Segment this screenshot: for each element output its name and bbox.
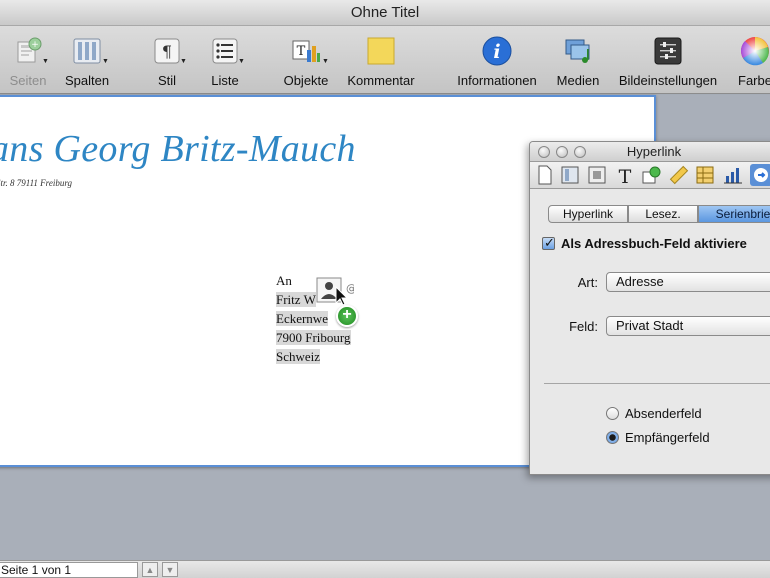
- tab-hyperlink[interactable]: Hyperlink: [548, 205, 628, 223]
- svg-text:i: i: [493, 41, 500, 63]
- info-icon: i: [482, 36, 512, 66]
- toolbar-list-label: Liste: [211, 73, 239, 88]
- toolbar-image-adjust-button[interactable]: Bildeinstellungen: [610, 26, 726, 94]
- metrics-inspector-icon[interactable]: [668, 164, 690, 186]
- tab-bookmark[interactable]: Lesez.: [628, 205, 698, 223]
- objects-icon: T: [292, 40, 320, 62]
- toolbar-image-adjust-label: Bildeinstellungen: [618, 73, 718, 88]
- page-number-field[interactable]: Seite 1 von 1: [0, 562, 138, 578]
- status-bar: Seite 1 von 1 ▲ ▼: [0, 560, 770, 578]
- toolbar-color-button[interactable]: Farbe: [732, 26, 770, 94]
- sender-field-label: Absenderfeld: [625, 406, 702, 421]
- sender-address[interactable]: Str. 8 79111 Freiburg: [0, 178, 72, 188]
- svg-text:T: T: [619, 166, 632, 186]
- svg-text:¶: ¶: [162, 42, 172, 61]
- address-book-field-checkbox[interactable]: [542, 235, 555, 251]
- comment-icon: [367, 37, 395, 65]
- document-inspector-icon[interactable]: [534, 164, 556, 186]
- svg-text:+: +: [31, 40, 39, 50]
- image-adjust-icon: [654, 37, 682, 65]
- sender-field-radio-row[interactable]: Absenderfeld: [606, 406, 702, 421]
- close-icon[interactable]: [538, 146, 550, 158]
- toolbar-pages-button[interactable]: + ▼ Seiten: [2, 26, 54, 94]
- recipient-line-3: 7900 Fribourg: [276, 330, 351, 345]
- chart-inspector-icon[interactable]: [722, 164, 744, 186]
- svg-text:T: T: [297, 44, 306, 59]
- sender-name[interactable]: ans Georg Britz-Mauch: [0, 127, 356, 171]
- window-title: Ohne Titel: [0, 0, 770, 26]
- minimize-icon[interactable]: [556, 146, 568, 158]
- toolbar-comment-label: Kommentar: [347, 73, 415, 88]
- inspector-toolbar: T: [530, 162, 770, 189]
- recipient-field-radio-row[interactable]: Empfängerfeld: [606, 430, 710, 445]
- toolbar-inspector-button[interactable]: i Informationen: [450, 26, 544, 94]
- recipient-field-label: Empfängerfeld: [625, 430, 710, 445]
- list-icon: [212, 38, 238, 64]
- sender-field-radio[interactable]: [606, 407, 619, 420]
- pages-window: Ohne Titel + ▼ Seiten ▼ Spalten ¶ ▼ Stil…: [0, 0, 770, 578]
- separator: [544, 383, 770, 384]
- hyperlink-inspector-icon[interactable]: [750, 164, 770, 186]
- feld-label: Feld:: [569, 319, 598, 334]
- recipient-line-2: Eckernwe: [276, 311, 328, 326]
- table-inspector-icon[interactable]: [694, 164, 716, 186]
- wrap-inspector-icon[interactable]: [586, 164, 608, 186]
- recipient-line-4: Schweiz: [276, 349, 321, 364]
- toolbar-comment-button[interactable]: Kommentar: [342, 26, 420, 94]
- toolbar-columns-label: Spalten: [64, 73, 110, 88]
- add-badge-icon: +: [336, 305, 358, 327]
- toolbar-objects-button[interactable]: T ▼ Objekte: [276, 26, 336, 94]
- toolbar-color-label: Farbe: [738, 73, 770, 88]
- toolbar-media-button[interactable]: Medien: [552, 26, 604, 94]
- art-popup[interactable]: Adresse: [606, 272, 770, 292]
- paragraph-style-icon: ¶: [154, 38, 180, 64]
- toolbar-columns-button[interactable]: ▼ Spalten: [58, 26, 116, 94]
- toolbar-media-label: Medien: [556, 73, 600, 88]
- hyperlink-inspector-panel: Hyperlink T Hyperlink Lesez. Serienbrie …: [529, 141, 770, 475]
- layout-inspector-icon[interactable]: [559, 164, 581, 186]
- recipient-field-radio[interactable]: [606, 431, 619, 444]
- feld-popup[interactable]: Privat Stadt: [606, 316, 770, 336]
- toolbar-pages-label: Seiten: [9, 73, 47, 88]
- address-book-field-label: Als Adressbuch-Feld aktiviere: [561, 236, 747, 251]
- tab-mail-merge[interactable]: Serienbrie: [698, 205, 770, 223]
- toolbar-list-button[interactable]: ▼ Liste: [198, 26, 252, 94]
- graphic-inspector-icon[interactable]: [640, 164, 662, 186]
- art-label: Art:: [577, 275, 598, 290]
- address-card-drag-icon: @: [316, 277, 354, 305]
- next-page-button[interactable]: ▼: [162, 562, 178, 577]
- toolbar-style-label: Stil: [157, 73, 177, 88]
- media-icon: [565, 39, 590, 63]
- pages-icon: +: [17, 37, 42, 63]
- zoom-icon[interactable]: [574, 146, 586, 158]
- toolbar-objects-label: Objekte: [283, 73, 329, 88]
- address-book-field-checkbox-row[interactable]: Als Adressbuch-Feld aktiviere: [542, 235, 747, 251]
- columns-icon: [73, 38, 101, 64]
- svg-text:@: @: [346, 282, 354, 295]
- text-inspector-icon[interactable]: T: [614, 164, 636, 186]
- recipient-line-1: Fritz W: [276, 292, 316, 307]
- toolbar-style-button[interactable]: ¶ ▼ Stil: [140, 26, 194, 94]
- toolbar-inspector-label: Informationen: [457, 73, 537, 88]
- color-wheel-icon: [741, 37, 769, 66]
- previous-page-button[interactable]: ▲: [142, 562, 158, 577]
- toolbar: + ▼ Seiten ▼ Spalten ¶ ▼ Stil ▼ Liste T …: [0, 26, 770, 94]
